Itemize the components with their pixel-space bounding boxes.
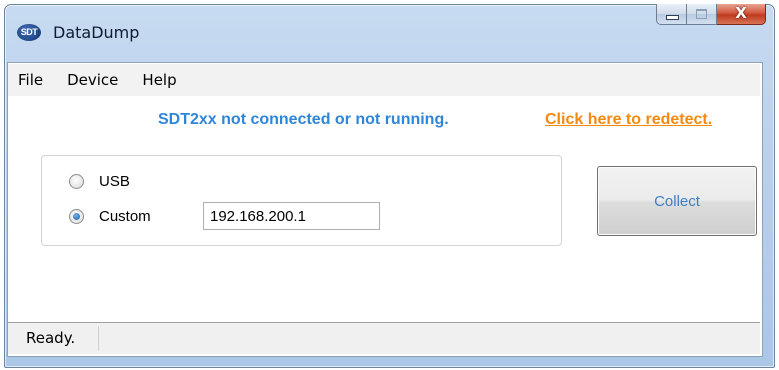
status-divider [98, 326, 99, 351]
collect-button[interactable]: Collect [597, 166, 757, 236]
menu-bar: File Device Help [8, 64, 760, 96]
menu-file[interactable]: File [8, 64, 55, 96]
custom-option[interactable]: Custom [69, 208, 151, 225]
minimize-button[interactable] [656, 4, 687, 25]
title-bar[interactable]: SDT DataDump X [5, 4, 774, 49]
close-button[interactable]: X [717, 4, 766, 25]
usb-radio[interactable] [69, 174, 84, 189]
ip-address-input[interactable] [203, 202, 380, 230]
window-title: DataDump [53, 23, 140, 42]
custom-radio[interactable] [69, 209, 84, 224]
caption-buttons: X [656, 4, 766, 25]
maximize-icon [696, 9, 707, 19]
status-bar: Ready. [8, 323, 760, 354]
usb-label: USB [99, 173, 130, 190]
connection-group [41, 155, 562, 246]
menu-device[interactable]: Device [55, 64, 130, 96]
maximize-button [687, 4, 717, 25]
status-text: Ready. [26, 329, 76, 347]
connection-status-text: SDT2xx not connected or not running. [158, 111, 449, 128]
custom-label: Custom [99, 208, 151, 225]
close-icon: X [735, 4, 747, 22]
redetect-link[interactable]: Click here to redetect. [545, 111, 712, 129]
menu-help[interactable]: Help [130, 64, 188, 96]
minimize-icon [666, 15, 679, 20]
app-logo-icon: SDT [17, 24, 41, 41]
usb-option[interactable]: USB [69, 173, 130, 190]
